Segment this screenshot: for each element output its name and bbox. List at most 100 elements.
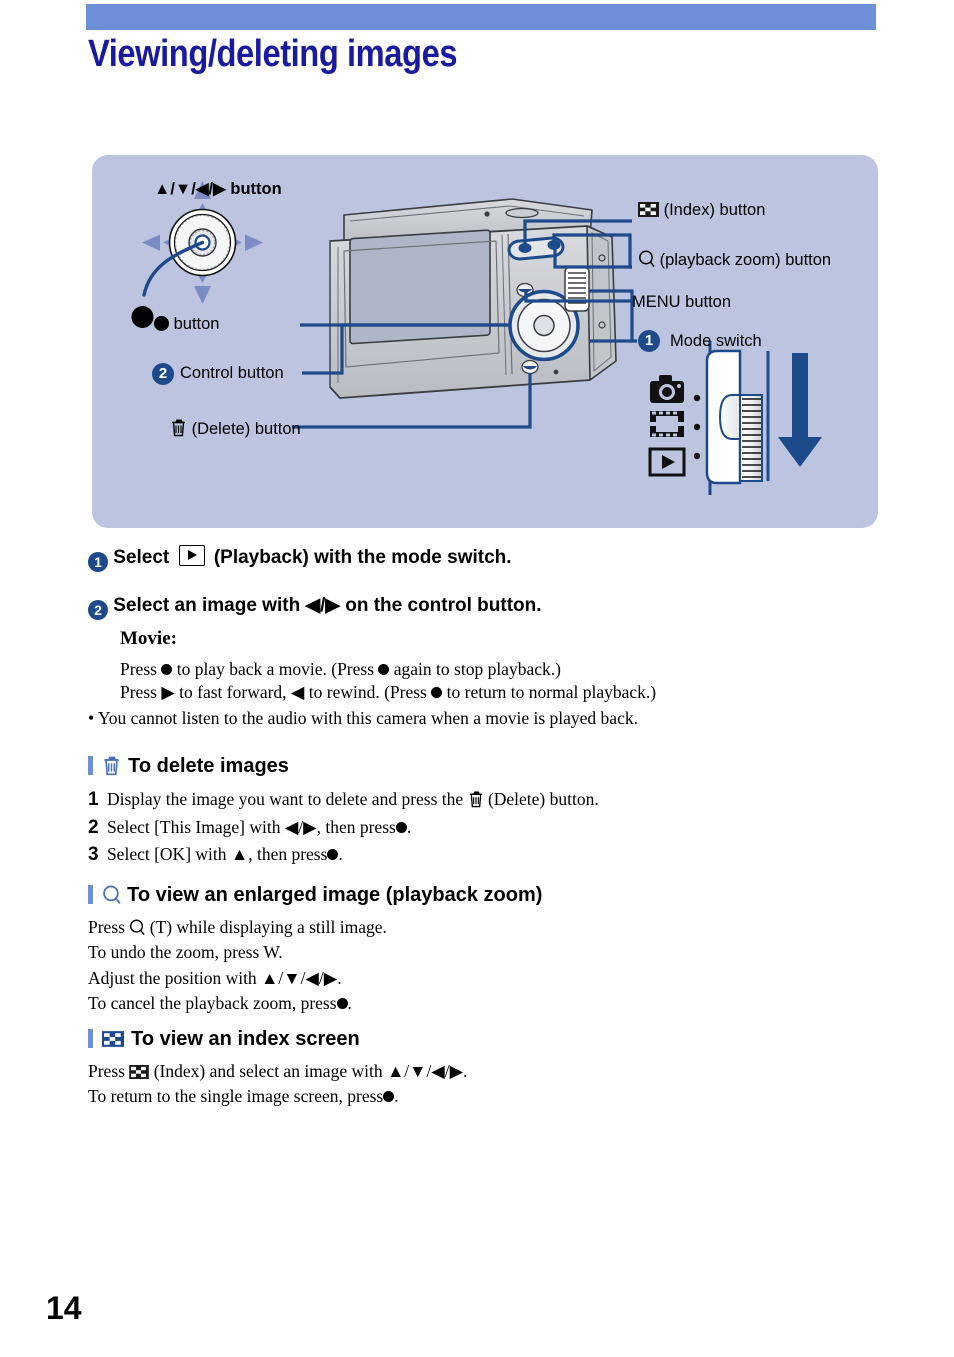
- section-marker-bar: [88, 1029, 93, 1048]
- list-text-a: Select [OK] with ▲, then press: [106, 844, 328, 865]
- dot-icon: [161, 664, 173, 675]
- step-badge-1: 1: [88, 552, 108, 572]
- section-index-screen-heading: To view an index screen: [88, 1028, 888, 1051]
- dot-icon: [327, 849, 339, 861]
- dot-icon: [154, 316, 169, 331]
- movie-line-1: Press to play back a movie. (Press again…: [120, 658, 888, 681]
- list-text-a: To cancel the playback zoom, press: [88, 993, 337, 1014]
- section-delete-images-heading: To delete images: [88, 755, 888, 778]
- dot-icon: [383, 1091, 395, 1103]
- magnifier-icon: [639, 250, 655, 267]
- movie-line-2-a: Press ▶ to fast forward, ◀ to rewind. (P…: [120, 682, 427, 703]
- camera-diagram-panel: ▲/▼/◀/▶ button button 2 Control button (…: [92, 155, 878, 528]
- label-delete-button: (Delete) button: [170, 418, 301, 438]
- section-index-screen: To view an index screen Press (Index) an…: [88, 1028, 888, 1110]
- mode-switch-legend: [648, 341, 822, 495]
- label-index-button-text: (Index) button: [663, 201, 766, 219]
- list-text-b: .: [338, 844, 343, 865]
- section-index-screen-line-2: To return to the single image screen, pr…: [88, 1084, 888, 1109]
- label-menu-button: MENU button: [632, 293, 732, 311]
- label-index-button: (Index) button: [638, 202, 765, 219]
- step-2-text: Select an image with ◀/▶ on the control …: [113, 595, 542, 616]
- control-button-illustration: [131, 181, 263, 328]
- list-text-b: .: [394, 1086, 399, 1107]
- document-page: Viewing/deleting images ▲/▼/◀/▶ button b…: [0, 0, 954, 1357]
- section-delete-images: To delete images 1 Display the image you…: [88, 755, 888, 869]
- section-delete-images-title: To delete images: [128, 755, 289, 777]
- section-marker-bar: [88, 885, 93, 904]
- magnifier-icon: [102, 885, 121, 904]
- list-text-a: Press: [88, 1061, 125, 1081]
- trash-icon: [103, 756, 119, 776]
- index-checkerboard-icon: [101, 1031, 124, 1047]
- movie-line-1-b: to play back a movie. (Press: [176, 659, 375, 679]
- list-text-a: Display the image you want to delete and…: [106, 789, 464, 809]
- movie-line-2: Press ▶ to fast forward, ◀ to rewind. (P…: [120, 681, 888, 704]
- list-number: 1: [88, 789, 99, 810]
- section-index-screen-title: To view an index screen: [131, 1028, 360, 1050]
- step-1-text-before: Select: [113, 547, 170, 568]
- label-delete-button-text: (Delete) button: [191, 420, 301, 438]
- trash-icon: [172, 419, 185, 437]
- label-playback-zoom-button: (playback zoom) button: [638, 250, 831, 269]
- section-marker-bar: [88, 756, 93, 775]
- section-enlarged-image-heading: To view an enlarged image (playback zoom…: [88, 884, 888, 907]
- step-1-text-after: (Playback) with the mode switch.: [213, 547, 512, 568]
- movie-line-1-c: again to stop playback.): [393, 659, 561, 679]
- list-text-a: Select [This Image] with ◀/▶, then press: [106, 816, 396, 837]
- step-2: 2 Select an image with ◀/▶ on the contro…: [88, 594, 888, 620]
- section-enlarged-image-line-3: Adjust the position with ▲/▼/◀/▶.: [88, 967, 342, 988]
- movie-line-2-b: to return to normal playback.): [446, 682, 657, 703]
- mode-switch-on-camera: [564, 266, 590, 312]
- movie-heading: Movie:: [120, 628, 177, 649]
- step-badge-2-diagram: 2: [152, 363, 174, 385]
- page-number: 14: [46, 1290, 82, 1326]
- step-badge-1-diagram: 1: [638, 330, 660, 352]
- section-delete-images-line-3: 3 Select [OK] with ▲, then press.: [88, 841, 888, 869]
- dot-icon: [395, 821, 407, 833]
- label-control-button: Control button: [180, 364, 284, 382]
- list-text-b: (T) while displaying a still image.: [149, 917, 387, 937]
- section-index-screen-line-1: Press (Index) and select an image with ▲…: [88, 1059, 888, 1084]
- index-checkerboard-icon: [638, 202, 659, 217]
- playback-icon: [178, 545, 205, 566]
- dot-icon: [378, 664, 390, 675]
- movie-film-icon: [650, 411, 684, 437]
- list-number: 2: [88, 816, 99, 838]
- section-enlarged-image-line-2: To undo the zoom, press W.: [88, 942, 283, 963]
- list-text-a: To return to the single image screen, pr…: [88, 1086, 384, 1107]
- page-title: Viewing/deleting images: [88, 33, 458, 75]
- trash-icon: [469, 791, 482, 808]
- step-badge-2: 2: [88, 600, 108, 620]
- label-playback-zoom-button-text: (playback zoom) button: [659, 251, 832, 269]
- section-enlarged-image-title: To view an enlarged image (playback zoom…: [127, 884, 543, 906]
- section-delete-images-line-1: 1 Display the image you want to delete a…: [88, 786, 888, 814]
- step-1: 1 Select (Playback) with the mode switch…: [88, 545, 888, 572]
- index-checkerboard-icon: [129, 1065, 150, 1079]
- list-number: 3: [88, 844, 99, 866]
- list-text-b: (Delete) button.: [487, 789, 599, 809]
- playback-triangle-icon: [648, 447, 686, 477]
- down-arrow-icon: [778, 353, 822, 467]
- movie-note: • You cannot listen to the audio with th…: [88, 708, 638, 729]
- list-text-b: .: [347, 993, 352, 1014]
- list-text-a: Press: [88, 917, 125, 937]
- still-camera-icon: [650, 375, 684, 403]
- label-mode-switch: Mode switch: [670, 332, 762, 350]
- label-dot-button: button: [154, 316, 219, 333]
- list-text-b: (Index) and select an image with ▲/▼/◀/▶…: [153, 1061, 468, 1081]
- dot-icon: [336, 998, 348, 1010]
- section-enlarged-image-line-4: To cancel the playback zoom, press.: [88, 991, 888, 1016]
- movie-line-1-a: Press: [120, 659, 157, 679]
- label-direction-button: ▲/▼/◀/▶ button: [154, 180, 282, 198]
- section-delete-images-line-2: 2 Select [This Image] with ◀/▶, then pre…: [88, 814, 888, 842]
- camera-body-illustration: [329, 198, 617, 399]
- dot-icon: [431, 687, 443, 699]
- header-accent-bar: [86, 4, 876, 30]
- section-enlarged-image-line-1: Press (T) while displaying a still image…: [88, 915, 888, 940]
- label-dot-button-text: button: [173, 315, 220, 333]
- list-text-b: .: [406, 816, 412, 837]
- steps-block: 1 Select (Playback) with the mode switch…: [88, 545, 888, 730]
- camera-lcd-screen: [349, 229, 491, 345]
- section-enlarged-image: To view an enlarged image (playback zoom…: [88, 884, 888, 1017]
